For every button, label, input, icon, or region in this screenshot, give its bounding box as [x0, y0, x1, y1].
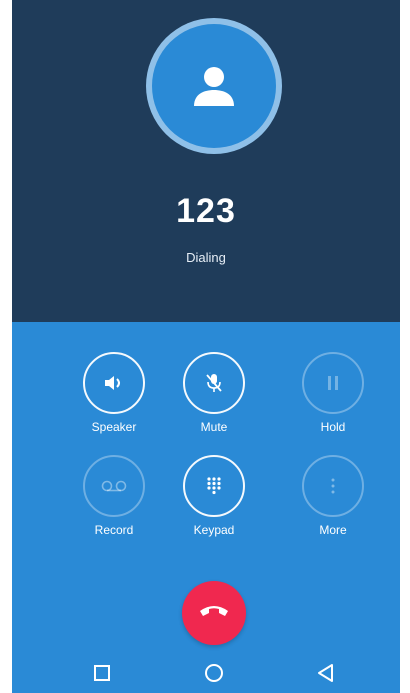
recents-nav-button[interactable] — [90, 661, 114, 685]
person-icon — [194, 67, 234, 106]
mute-button[interactable]: Mute — [169, 352, 259, 434]
in-call-screen: 123 Dialing Speaker Mute Hold Record Key… — [12, 0, 400, 693]
end-call-icon — [200, 606, 228, 616]
mute-button-circle[interactable] — [183, 352, 245, 414]
mic-off-icon — [206, 374, 222, 392]
avatar — [152, 24, 276, 148]
keypad-label: Keypad — [193, 523, 235, 537]
circle-icon — [205, 664, 223, 682]
mute-label: Mute — [200, 420, 228, 434]
more-label: More — [319, 523, 347, 537]
more-button[interactable]: More — [288, 455, 378, 537]
caller-info-panel: 123 Dialing — [12, 0, 400, 322]
record-button-circle[interactable] — [83, 455, 145, 517]
voicemail-icon — [101, 480, 127, 492]
more-button-circle[interactable] — [302, 455, 364, 517]
triangle-back-icon — [318, 664, 333, 682]
hold-button[interactable]: Hold — [288, 352, 378, 434]
pause-icon — [328, 376, 338, 390]
speaker-button-circle[interactable] — [83, 352, 145, 414]
speaker-icon — [105, 376, 120, 390]
system-navigation-bar — [12, 655, 400, 693]
keypad-button[interactable]: Keypad — [169, 455, 259, 537]
home-nav-button[interactable] — [202, 661, 226, 685]
record-label: Record — [94, 523, 134, 537]
caller-number: 123 — [176, 192, 236, 230]
call-controls-panel: Speaker Mute Hold Record Keypad More — [12, 322, 400, 693]
speaker-button[interactable]: Speaker — [69, 352, 159, 434]
more-vertical-icon — [331, 478, 335, 494]
dialpad-icon — [207, 477, 221, 495]
speaker-label: Speaker — [91, 420, 137, 434]
end-call-button[interactable] — [182, 581, 246, 645]
record-button[interactable]: Record — [69, 455, 159, 537]
back-nav-button[interactable] — [314, 661, 338, 685]
hold-label: Hold — [320, 420, 346, 434]
call-status: Dialing — [186, 250, 226, 265]
avatar-ring — [146, 18, 282, 154]
keypad-button-circle[interactable] — [183, 455, 245, 517]
hold-button-circle[interactable] — [302, 352, 364, 414]
square-icon — [94, 665, 110, 681]
